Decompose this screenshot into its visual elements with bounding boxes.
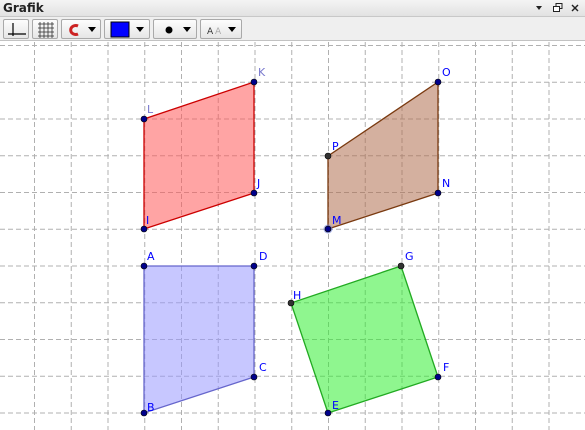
point-label-J: J <box>256 177 260 190</box>
point-K[interactable] <box>250 78 258 86</box>
point-C[interactable] <box>250 373 258 381</box>
point-D[interactable] <box>250 262 258 270</box>
point-capturing-button[interactable] <box>61 19 101 39</box>
grid-icon <box>38 22 54 38</box>
point-label-K: K <box>258 66 266 79</box>
point-style-button[interactable] <box>153 19 197 39</box>
point-label-P: P <box>332 140 339 153</box>
collapse-view-button[interactable] <box>533 2 545 14</box>
point-style-icon <box>165 26 173 34</box>
close-icon <box>571 4 579 12</box>
grid-toggle-button[interactable] <box>32 19 58 39</box>
point-label-E: E <box>332 399 339 412</box>
close-view-button[interactable] <box>569 2 581 14</box>
point-label-A: A <box>147 250 155 263</box>
polygon-IJKL[interactable] <box>143 81 255 230</box>
point-label-L: L <box>147 103 154 116</box>
chevron-down-icon <box>183 27 191 32</box>
polygon-MNOP[interactable] <box>327 80 439 230</box>
view-title-bar: Grafik <box>0 0 585 17</box>
point-label-N: N <box>442 177 450 190</box>
point-label-H: H <box>293 289 301 302</box>
point-label-M: M <box>332 214 342 227</box>
point-L[interactable] <box>140 115 148 123</box>
point-label-D: D <box>259 250 267 263</box>
point-label-F: F <box>443 361 449 374</box>
svg-text:A: A <box>215 27 222 37</box>
polygon-EFGH[interactable] <box>290 265 439 414</box>
grid <box>0 42 585 430</box>
point-label-I: I <box>146 214 149 227</box>
point-P[interactable] <box>324 152 332 160</box>
chevron-down-icon <box>88 27 96 32</box>
point-A[interactable] <box>140 262 148 270</box>
point-label-G: G <box>405 250 414 263</box>
point-label-O: O <box>442 66 451 79</box>
view-title: Grafik <box>3 1 44 15</box>
label-style-button[interactable]: A A <box>200 19 242 39</box>
magnet-icon <box>69 24 79 36</box>
graphics-view[interactable]: A B C D E F G H I J K L M N O P <box>0 42 585 430</box>
point-J[interactable] <box>250 189 258 197</box>
point-O[interactable] <box>434 78 442 86</box>
point-F[interactable] <box>434 373 442 381</box>
point-N[interactable] <box>434 189 442 197</box>
point-E[interactable] <box>324 409 332 417</box>
undock-view-button[interactable] <box>552 2 564 14</box>
color-swatch-icon <box>110 21 130 38</box>
undock-icon <box>553 3 563 12</box>
color-button[interactable] <box>104 19 150 39</box>
axes-toggle-button[interactable] <box>3 19 29 39</box>
chevron-down-icon <box>228 27 236 32</box>
graphics-canvas[interactable]: A B C D E F G H I J K L M N O P <box>0 42 585 430</box>
point-G[interactable] <box>397 262 405 270</box>
svg-text:A: A <box>207 27 214 37</box>
label-style-icon: A A <box>207 27 222 37</box>
point-M[interactable] <box>324 225 332 233</box>
triangle-down-icon <box>536 6 542 10</box>
chevron-down-icon <box>136 27 144 32</box>
polygon-ABCD[interactable] <box>143 265 255 414</box>
point-label-C: C <box>259 361 267 374</box>
axes-icon <box>8 23 26 36</box>
style-bar: A A <box>0 17 585 41</box>
point-label-B: B <box>147 401 155 414</box>
